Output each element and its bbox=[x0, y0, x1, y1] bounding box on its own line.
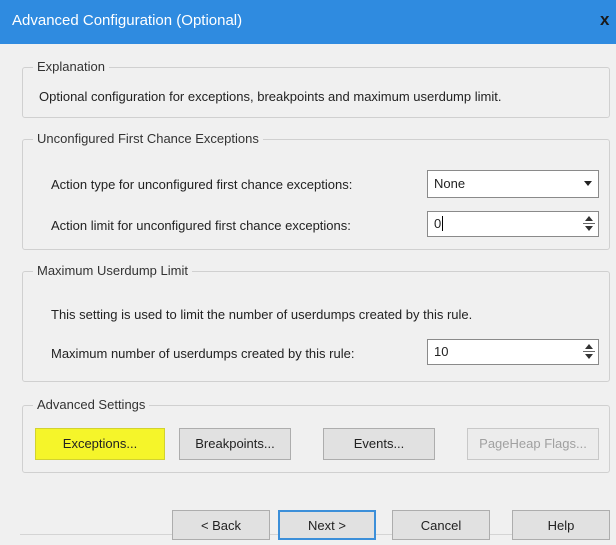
first-chance-group: Unconfigured First Chance Exceptions Act… bbox=[22, 131, 610, 250]
action-limit-stepper[interactable]: 0 bbox=[427, 211, 599, 237]
spin-up-icon[interactable] bbox=[585, 216, 593, 221]
breakpoints-button[interactable]: Breakpoints... bbox=[179, 428, 291, 460]
spin-buttons[interactable] bbox=[582, 214, 596, 234]
title-bar: Advanced Configuration (Optional) x bbox=[0, 0, 616, 44]
action-type-value: None bbox=[434, 176, 466, 191]
explanation-group: Explanation Optional configuration for e… bbox=[22, 59, 610, 118]
userdump-description: This setting is used to limit the number… bbox=[51, 307, 473, 322]
action-type-select[interactable]: None bbox=[427, 170, 599, 198]
max-userdumps-label: Maximum number of userdumps created by t… bbox=[51, 346, 355, 361]
userdump-legend: Maximum Userdump Limit bbox=[33, 263, 192, 278]
chevron-down-icon[interactable] bbox=[584, 181, 592, 186]
max-userdumps-value: 10 bbox=[434, 344, 449, 359]
first-chance-legend: Unconfigured First Chance Exceptions bbox=[33, 131, 263, 146]
close-icon[interactable]: x bbox=[600, 10, 609, 30]
spin-down-icon[interactable] bbox=[585, 354, 593, 359]
spin-buttons[interactable] bbox=[582, 342, 596, 362]
advanced-settings-group: Advanced Settings Exceptions... Breakpoi… bbox=[22, 397, 610, 473]
pageheap-flags-button[interactable]: PageHeap Flags... bbox=[467, 428, 599, 460]
action-limit-value: 0 bbox=[434, 216, 442, 231]
action-type-label: Action type for unconfigured first chanc… bbox=[51, 177, 353, 192]
spin-up-icon[interactable] bbox=[585, 344, 593, 349]
userdump-group: Maximum Userdump Limit This setting is u… bbox=[22, 263, 610, 382]
explanation-text: Optional configuration for exceptions, b… bbox=[39, 89, 502, 104]
events-button[interactable]: Events... bbox=[323, 428, 435, 460]
spin-divider bbox=[583, 223, 595, 224]
text-caret bbox=[442, 216, 443, 231]
help-button[interactable]: Help bbox=[512, 510, 610, 540]
window-title: Advanced Configuration (Optional) bbox=[12, 12, 243, 29]
exceptions-button[interactable]: Exceptions... bbox=[35, 428, 165, 460]
next-button[interactable]: Next > bbox=[278, 510, 376, 540]
spin-down-icon[interactable] bbox=[585, 226, 593, 231]
max-userdumps-stepper[interactable]: 10 bbox=[427, 339, 599, 365]
explanation-legend: Explanation bbox=[33, 59, 109, 74]
back-button[interactable]: < Back bbox=[172, 510, 270, 540]
advanced-settings-legend: Advanced Settings bbox=[33, 397, 150, 412]
dialog-body: Explanation Optional configuration for e… bbox=[0, 44, 616, 545]
spin-divider bbox=[583, 351, 595, 352]
action-limit-label: Action limit for unconfigured first chan… bbox=[51, 218, 351, 233]
cancel-button[interactable]: Cancel bbox=[392, 510, 490, 540]
